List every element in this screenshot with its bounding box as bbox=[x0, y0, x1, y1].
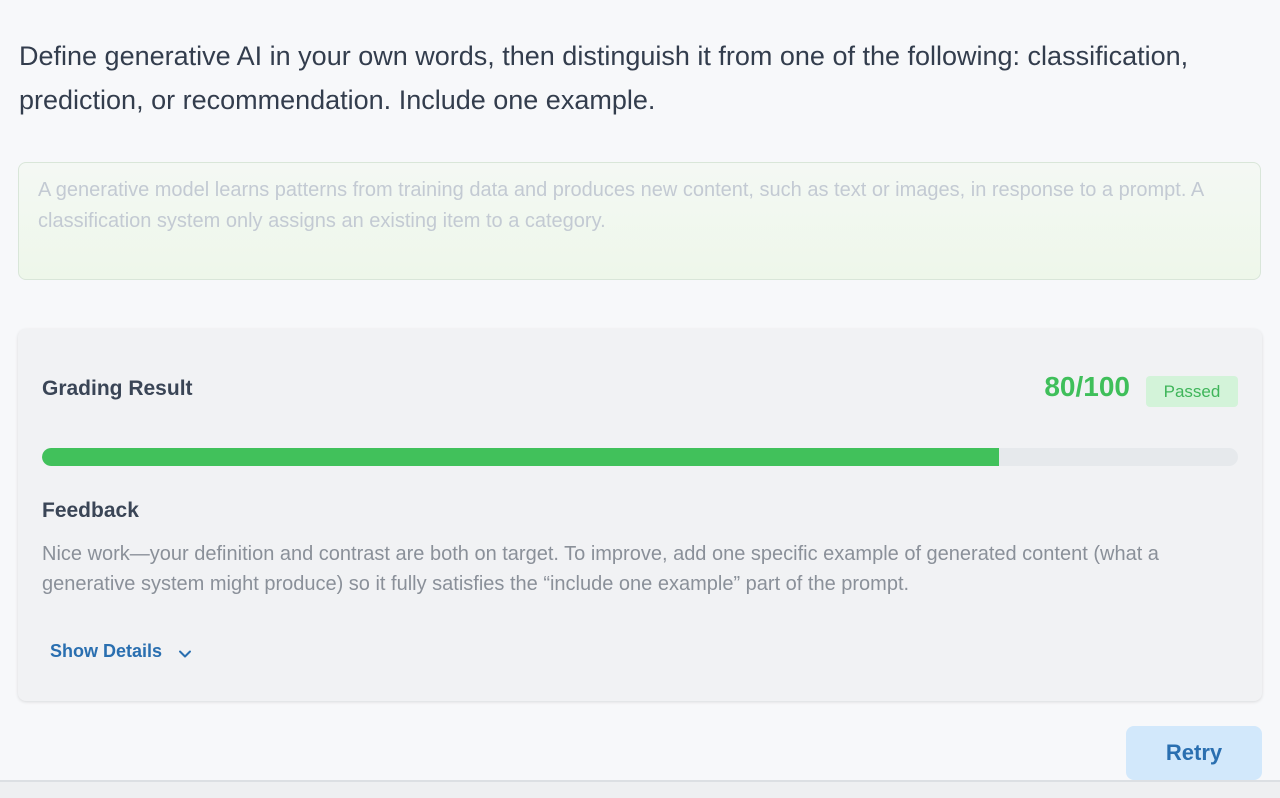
bottom-divider bbox=[0, 780, 1280, 798]
feedback-text: Nice work—your definition and contrast a… bbox=[42, 543, 1159, 595]
retry-button[interactable]: Retry bbox=[1126, 726, 1262, 780]
status-badge: Passed bbox=[1146, 376, 1238, 407]
score-progress-fill bbox=[42, 448, 999, 466]
answer-textarea[interactable]: A generative model learns patterns from … bbox=[18, 162, 1261, 280]
grading-result-card: Grading Result 80/100 Passed Feedback Ni… bbox=[18, 329, 1262, 701]
score-progress-bar bbox=[42, 448, 1238, 466]
chevron-down-icon bbox=[178, 645, 192, 659]
feedback-heading: Feedback bbox=[42, 499, 139, 522]
grading-result-title: Grading Result bbox=[42, 377, 193, 400]
show-details-label: Show Details bbox=[50, 641, 163, 661]
show-details-button[interactable]: Show Details bbox=[50, 641, 192, 662]
question-prompt: Define generative AI in your own words, … bbox=[19, 41, 1189, 115]
score-value: 80/100 bbox=[1044, 371, 1130, 402]
